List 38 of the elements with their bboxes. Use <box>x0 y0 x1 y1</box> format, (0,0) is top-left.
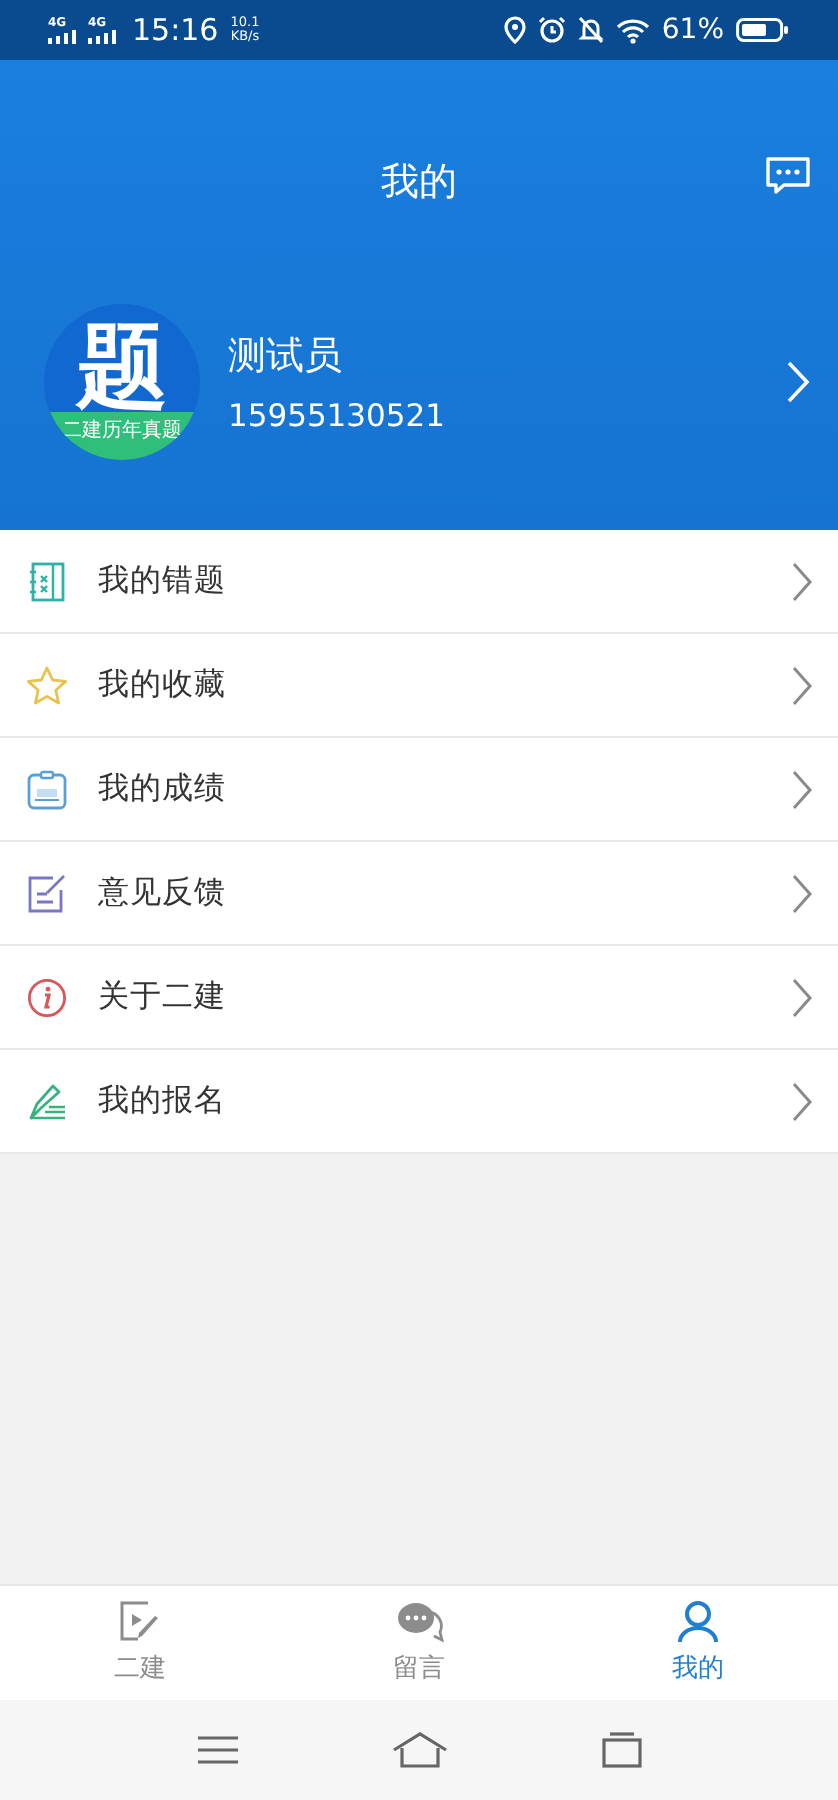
score-icon <box>26 769 68 809</box>
pen-icon <box>26 1081 68 1121</box>
location-icon <box>503 16 526 44</box>
page-title: 我的 <box>381 158 457 208</box>
edit-note-icon <box>26 873 68 913</box>
person-icon <box>676 1600 721 1644</box>
user-phone: 15955130521 <box>228 398 447 434</box>
menu-item[interactable]: 我的报名 <box>0 1050 838 1154</box>
notebook-icon <box>26 561 68 601</box>
menu-icon[interactable] <box>196 1734 241 1766</box>
chevron-right-icon <box>792 977 812 1017</box>
chevron-right-icon <box>792 769 812 809</box>
menu-item[interactable]: 意见反馈 <box>0 842 838 946</box>
menu-item[interactable]: 我的成绩 <box>0 738 838 842</box>
chevron-right-icon <box>792 1081 812 1121</box>
recent-apps-icon[interactable] <box>601 1732 642 1768</box>
home-icon[interactable] <box>392 1732 449 1768</box>
chevron-right-icon <box>792 665 812 705</box>
star-icon <box>26 665 68 705</box>
tab[interactable]: 我的 <box>558 1586 838 1700</box>
menu-item[interactable]: 我的错题 <box>0 530 838 634</box>
chevron-right-icon[interactable] <box>786 360 810 404</box>
battery-percent: 61% <box>661 14 724 46</box>
message-icon[interactable] <box>764 156 812 196</box>
user-name: 测试员 <box>228 332 344 382</box>
info-icon <box>26 977 68 1017</box>
video-edit-icon <box>117 1600 162 1644</box>
chat-bubbles-icon <box>395 1600 443 1644</box>
menu-item[interactable]: 我的收藏 <box>0 634 838 738</box>
status-time: 15:16 <box>132 12 219 48</box>
menu-item[interactable]: 关于二建 <box>0 946 838 1050</box>
battery-icon <box>736 18 790 42</box>
alarm-icon <box>537 16 566 44</box>
chevron-right-icon <box>792 873 812 913</box>
muted-bell-icon <box>577 16 604 44</box>
wifi-icon <box>615 17 650 43</box>
chevron-right-icon <box>792 561 812 601</box>
app-logo-avatar[interactable]: 题 二建历年真题 <box>44 304 200 460</box>
